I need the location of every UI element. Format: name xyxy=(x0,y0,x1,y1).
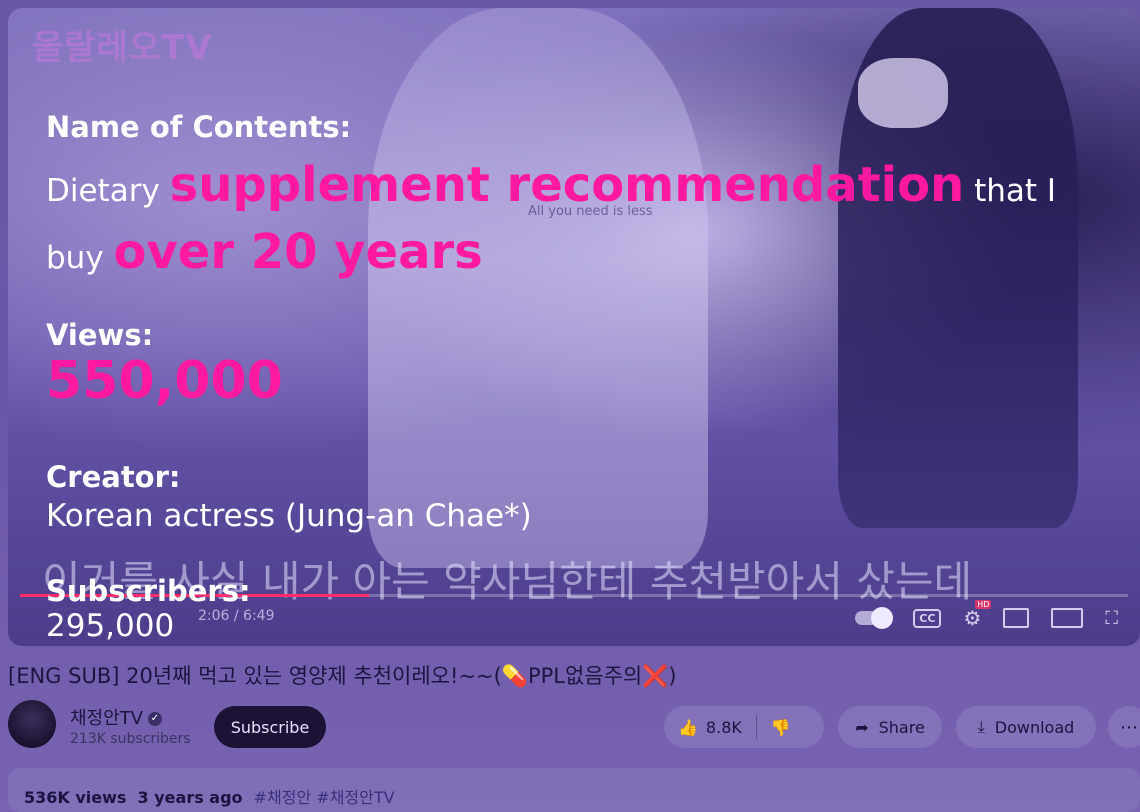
upload-age: 3 years ago xyxy=(137,788,243,807)
channel-subscribers: 213K subscribers xyxy=(70,731,191,747)
like-count: 8.8K xyxy=(705,717,742,737)
theater-mode-icon[interactable] xyxy=(1051,608,1084,628)
contents-text: Dietary supplement recommendation that I… xyxy=(46,152,1116,286)
channel-avatar[interactable] xyxy=(8,700,56,748)
contents-highlight-1: supplement recommendation xyxy=(169,157,965,213)
fullscreen-icon[interactable]: ⛶ xyxy=(1105,608,1118,629)
hd-badge: HD xyxy=(975,600,992,609)
video-mask-face xyxy=(858,58,948,128)
contents-pre: Dietary xyxy=(46,173,170,209)
share-button[interactable]: ➦ Share xyxy=(838,706,942,748)
subscribers-value: 295,000 xyxy=(46,607,175,644)
like-dislike-group: 👍 8.8K 👎 xyxy=(664,706,824,748)
contents-highlight-2: over 20 years xyxy=(113,224,483,281)
video-watermark: 울랄레오TV xyxy=(32,28,213,68)
channel-name[interactable]: 채정안TV ✓ xyxy=(70,704,162,730)
channel-name-text[interactable]: 채정안TV xyxy=(70,708,143,729)
download-button[interactable]: ⤓ Download xyxy=(956,706,1096,748)
description-meta: 536K views 3 years ago #채정안 #채정안TV xyxy=(24,784,395,808)
video-title: [ENG SUB] 20년째 먹고 있는 영양제 추천이레오!~~(💊PPL없음… xyxy=(8,664,677,688)
view-count: 536K views xyxy=(24,788,127,807)
settings-gear-icon[interactable]: ⚙ HD xyxy=(963,600,992,630)
share-label: Share xyxy=(878,717,925,737)
miniplayer-icon[interactable] xyxy=(1003,608,1030,628)
contents-label: Name of Contents: xyxy=(46,110,352,144)
share-arrow-icon: ➦ xyxy=(855,717,869,737)
subscribers-label: Subscribers: xyxy=(46,574,251,608)
hashtags[interactable]: #채정안 #채정안TV xyxy=(254,788,395,807)
thumbs-down-icon: 👎 xyxy=(770,717,791,737)
like-button[interactable]: 👍 8.8K xyxy=(664,706,756,748)
captions-icon[interactable]: CC xyxy=(913,608,942,628)
subscribe-button[interactable]: Subscribe xyxy=(214,706,326,748)
views-label: Views: xyxy=(46,318,154,352)
creator-label: Creator: xyxy=(46,460,181,494)
creator-value: Korean actress (Jung-an Chae*) xyxy=(46,497,532,534)
thumbs-up-icon: 👍 xyxy=(678,717,698,737)
verified-check-icon: ✓ xyxy=(148,712,162,726)
views-value: 550,000 xyxy=(46,350,283,411)
dislike-button[interactable]: 👎 xyxy=(757,706,805,748)
download-label: Download xyxy=(994,717,1075,737)
autoplay-toggle-icon[interactable] xyxy=(855,607,894,629)
download-icon: ⤓ xyxy=(977,717,985,736)
